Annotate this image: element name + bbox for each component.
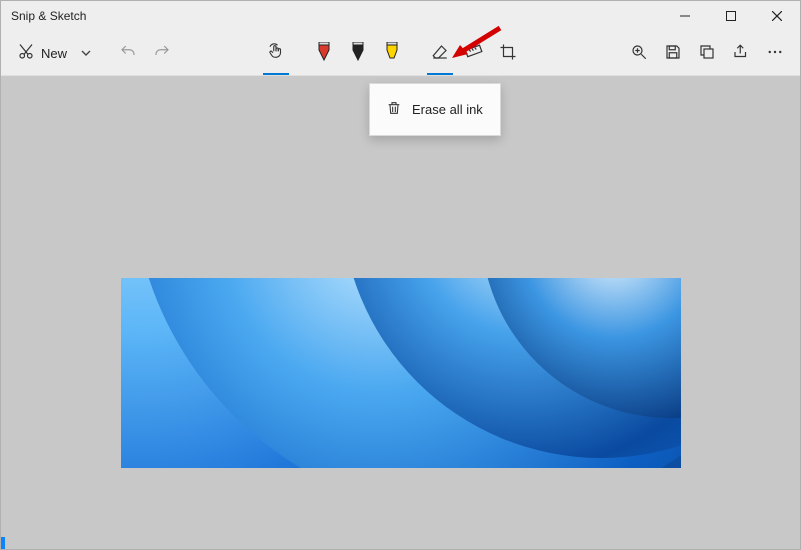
maximize-button[interactable] <box>708 1 754 31</box>
eraser-button[interactable] <box>423 36 457 70</box>
touch-writing-button[interactable] <box>259 36 293 70</box>
close-button[interactable] <box>754 1 800 31</box>
window-controls <box>662 1 800 31</box>
canvas-area[interactable] <box>1 76 800 549</box>
ballpoint-pen-button[interactable] <box>307 36 341 70</box>
touch-icon <box>267 43 285 64</box>
pencil-button[interactable] <box>341 36 375 70</box>
trash-icon <box>386 100 402 119</box>
redo-icon <box>153 43 171 64</box>
redo-button[interactable] <box>145 36 179 70</box>
more-icon <box>766 43 784 64</box>
pen-red-icon <box>316 42 332 65</box>
new-label: New <box>41 46 67 61</box>
ruler-icon <box>465 43 483 64</box>
new-snip-button[interactable]: New <box>9 36 75 70</box>
snip-image <box>121 278 681 468</box>
toolbar: New <box>1 31 800 76</box>
erase-all-label: Erase all ink <box>412 102 483 117</box>
share-button[interactable] <box>724 36 758 70</box>
save-button[interactable] <box>656 36 690 70</box>
pen-black-icon <box>350 42 366 65</box>
zoom-button[interactable] <box>622 36 656 70</box>
share-icon <box>732 43 750 64</box>
undo-button[interactable] <box>111 36 145 70</box>
erase-all-ink-menuitem[interactable]: Erase all ink <box>370 92 500 127</box>
crop-button[interactable] <box>491 36 525 70</box>
snip-icon <box>17 43 35 64</box>
more-button[interactable] <box>758 36 792 70</box>
save-icon <box>664 43 682 64</box>
highlighter-button[interactable] <box>375 36 409 70</box>
undo-icon <box>119 43 137 64</box>
app-window: Snip & Sketch New <box>0 0 801 550</box>
window-title: Snip & Sketch <box>11 9 86 23</box>
highlighter-icon <box>384 42 400 65</box>
new-snip-dropdown[interactable] <box>75 36 97 70</box>
eraser-icon <box>431 43 449 64</box>
titlebar: Snip & Sketch <box>1 1 800 31</box>
copy-icon <box>698 43 716 64</box>
crop-icon <box>499 43 517 64</box>
accent-bar <box>1 537 5 549</box>
eraser-menu: Erase all ink <box>369 83 501 136</box>
copy-button[interactable] <box>690 36 724 70</box>
zoom-icon <box>630 43 648 64</box>
chevron-down-icon <box>81 46 91 61</box>
minimize-button[interactable] <box>662 1 708 31</box>
ruler-button[interactable] <box>457 36 491 70</box>
